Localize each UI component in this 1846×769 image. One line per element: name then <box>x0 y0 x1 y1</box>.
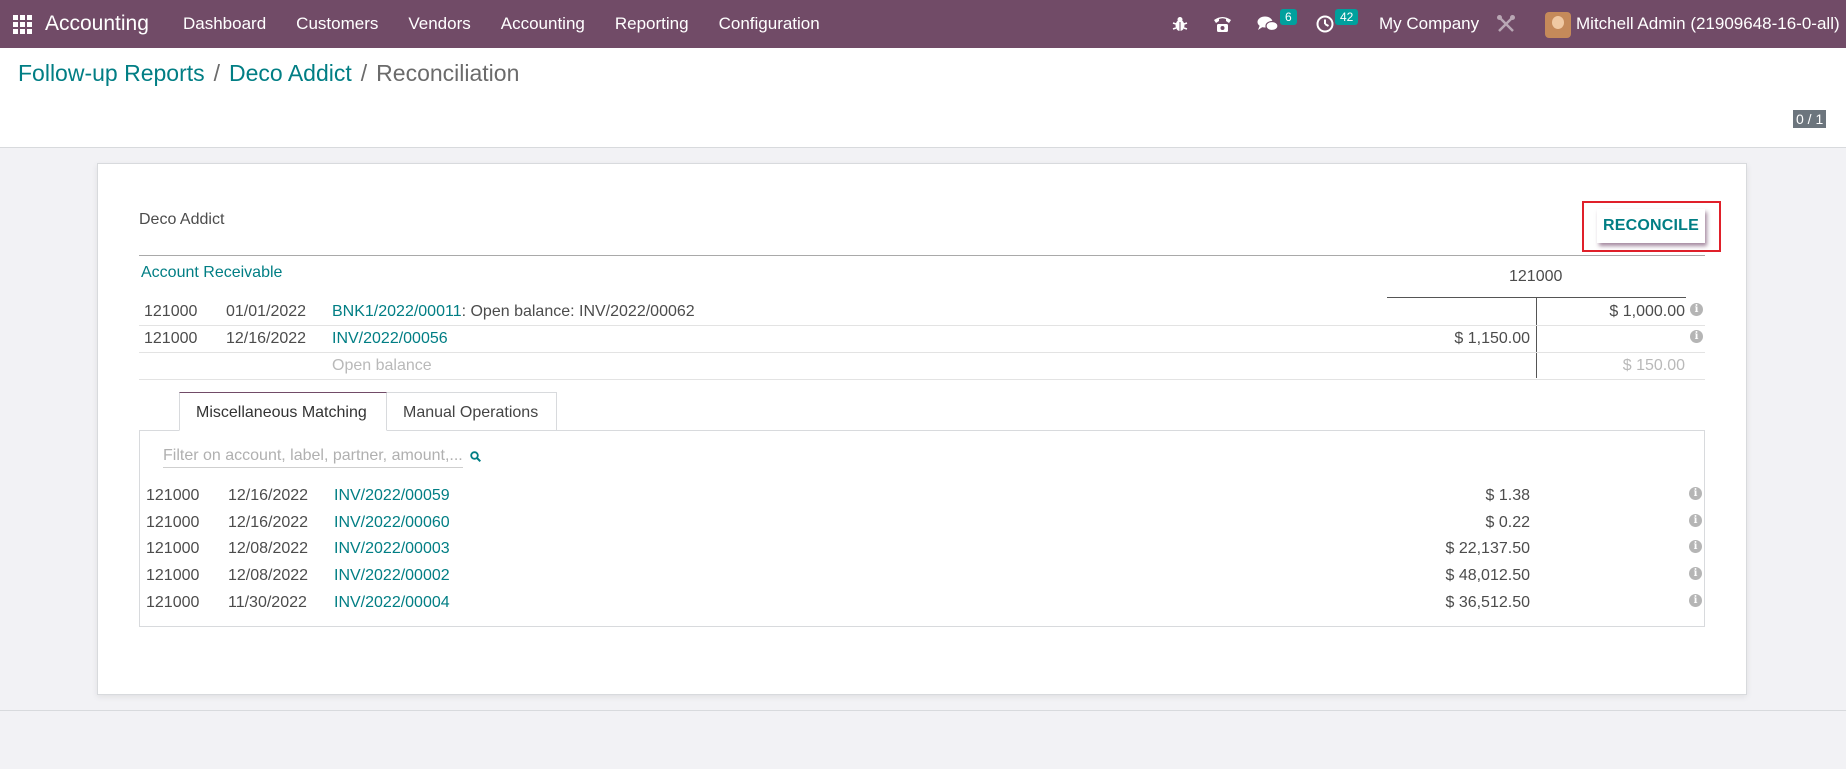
proposal-account: 121000 <box>146 487 200 504</box>
breadcrumb-follow-up-reports[interactable]: Follow-up Reports <box>18 60 205 86</box>
proposal-reference-link[interactable]: INV/2022/00060 <box>334 514 450 532</box>
breadcrumb-separator: / <box>360 60 368 86</box>
header-divider <box>139 255 1705 256</box>
proposal-account: 121000 <box>146 594 200 611</box>
info-icon[interactable]: i <box>1690 330 1703 343</box>
search-icon[interactable] <box>470 451 481 462</box>
chat-icon[interactable] <box>1257 15 1279 33</box>
menu-customers[interactable]: Customers <box>296 14 378 34</box>
tools-icon[interactable] <box>1496 14 1516 34</box>
tab-miscellaneous-matching[interactable]: Miscellaneous Matching <box>179 392 387 431</box>
reconciliation-sheet: Deco Addict RECONCILE Account Receivable… <box>97 163 1747 695</box>
move-date: 12/16/2022 <box>226 330 307 347</box>
info-icon[interactable]: i <box>1689 594 1702 607</box>
info-icon[interactable]: i <box>1689 487 1702 500</box>
user-menu[interactable]: Mitchell Admin (21909648-16-0-all) <box>1576 14 1840 34</box>
proposal-amount: $ 0.22 <box>1485 514 1530 531</box>
proposal-amount: $ 22,137.50 <box>1445 540 1530 557</box>
proposal-date: 12/08/2022 <box>228 567 309 584</box>
info-icon[interactable]: i <box>1690 303 1703 316</box>
breadcrumb-separator: / <box>213 60 221 86</box>
move-date: 01/01/2022 <box>226 303 307 320</box>
info-icon[interactable]: i <box>1689 514 1702 527</box>
proposal-reference-link[interactable]: INV/2022/00002 <box>334 567 450 585</box>
account-code-header: 121000 <box>1509 268 1563 285</box>
clock-icon[interactable] <box>1316 15 1334 33</box>
proposal-account: 121000 <box>146 567 200 584</box>
move-line-row[interactable]: 121000 12/16/2022 INV/2022/00056 $ 1,150… <box>139 326 1705 353</box>
move-account: 121000 <box>144 330 198 347</box>
proposal-date: 12/16/2022 <box>228 514 309 531</box>
proposal-row[interactable]: 121000 11/30/2022 INV/2022/00004 $ 36,51… <box>140 590 1704 616</box>
control-panel: Follow-up Reports / Deco Addict / Reconcilia… <box>0 48 1846 148</box>
proposal-reference-link[interactable]: INV/2022/00003 <box>334 540 450 558</box>
bug-icon[interactable] <box>1172 15 1188 33</box>
breadcrumb: Follow-up Reports / Deco Addict / Reconcilia… <box>18 60 519 87</box>
info-icon[interactable]: i <box>1689 567 1702 580</box>
proposal-row[interactable]: 121000 12/16/2022 INV/2022/00059 $ 1.38 … <box>140 483 1704 509</box>
menu-dashboard[interactable]: Dashboard <box>183 14 266 34</box>
menu-vendors[interactable]: Vendors <box>408 14 470 34</box>
messages-count-badge: 6 <box>1280 9 1297 25</box>
move-reference-link[interactable]: BNK1/2022/00011 <box>332 303 462 320</box>
reconcile-button[interactable]: RECONCILE <box>1597 209 1705 243</box>
proposal-account: 121000 <box>146 514 200 531</box>
main-menu: Dashboard Customers Vendors Accounting R… <box>183 0 850 48</box>
proposal-date: 12/08/2022 <box>228 540 309 557</box>
open-balance-amount: $ 150.00 <box>1622 357 1685 374</box>
partner-name: Deco Addict <box>139 211 225 228</box>
avatar[interactable] <box>1545 12 1571 38</box>
proposal-amount: $ 48,012.50 <box>1445 567 1530 584</box>
page-title: Reconciliation <box>376 60 520 86</box>
proposal-row[interactable]: 121000 12/08/2022 INV/2022/00003 $ 22,13… <box>140 536 1704 562</box>
proposal-date: 11/30/2022 <box>228 594 307 611</box>
move-label: : Open balance: INV/2022/00062 <box>461 303 695 320</box>
proposal-date: 12/16/2022 <box>228 487 309 504</box>
top-navbar: Accounting Dashboard Customers Vendors A… <box>0 0 1846 48</box>
move-debit: $ 1,150.00 <box>1454 330 1530 347</box>
app-name[interactable]: Accounting <box>45 12 149 36</box>
account-title[interactable]: Account Receivable <box>141 264 282 282</box>
proposal-reference-link[interactable]: INV/2022/00004 <box>334 594 450 612</box>
move-line-row[interactable]: 121000 01/01/2022 BNK1/2022/00011: Open … <box>139 299 1705 326</box>
open-balance-label: Open balance <box>332 357 432 374</box>
activities-count-badge: 42 <box>1335 9 1359 25</box>
apps-grid-icon[interactable] <box>13 15 32 34</box>
pager[interactable]: 0 / 1 <box>1793 110 1827 128</box>
tab-manual-operations[interactable]: Manual Operations <box>386 392 557 431</box>
breadcrumb-partner[interactable]: Deco Addict <box>229 60 352 86</box>
proposal-amount: $ 1.38 <box>1485 487 1530 504</box>
move-credit: $ 1,000.00 <box>1609 303 1685 320</box>
move-account: 121000 <box>144 303 198 320</box>
proposal-amount: $ 36,512.50 <box>1445 594 1530 611</box>
proposal-reference-link[interactable]: INV/2022/00059 <box>334 487 450 505</box>
info-icon[interactable]: i <box>1689 540 1702 553</box>
menu-configuration[interactable]: Configuration <box>719 14 820 34</box>
company-switcher[interactable]: My Company <box>1379 14 1479 34</box>
proposal-account: 121000 <box>146 540 200 557</box>
open-balance-row: Open balance $ 150.00 <box>139 353 1705 380</box>
move-reference-link[interactable]: INV/2022/00056 <box>332 330 448 347</box>
filter-input[interactable] <box>163 445 463 468</box>
proposal-row[interactable]: 121000 12/16/2022 INV/2022/00060 $ 0.22 … <box>140 510 1704 536</box>
menu-accounting[interactable]: Accounting <box>501 14 585 34</box>
content-bottom-divider <box>0 710 1846 711</box>
matching-panel: 121000 12/16/2022 INV/2022/00059 $ 1.38 … <box>139 430 1705 627</box>
proposal-row[interactable]: 121000 12/08/2022 INV/2022/00002 $ 48,01… <box>140 563 1704 589</box>
phone-icon[interactable] <box>1213 14 1232 33</box>
menu-reporting[interactable]: Reporting <box>615 14 689 34</box>
